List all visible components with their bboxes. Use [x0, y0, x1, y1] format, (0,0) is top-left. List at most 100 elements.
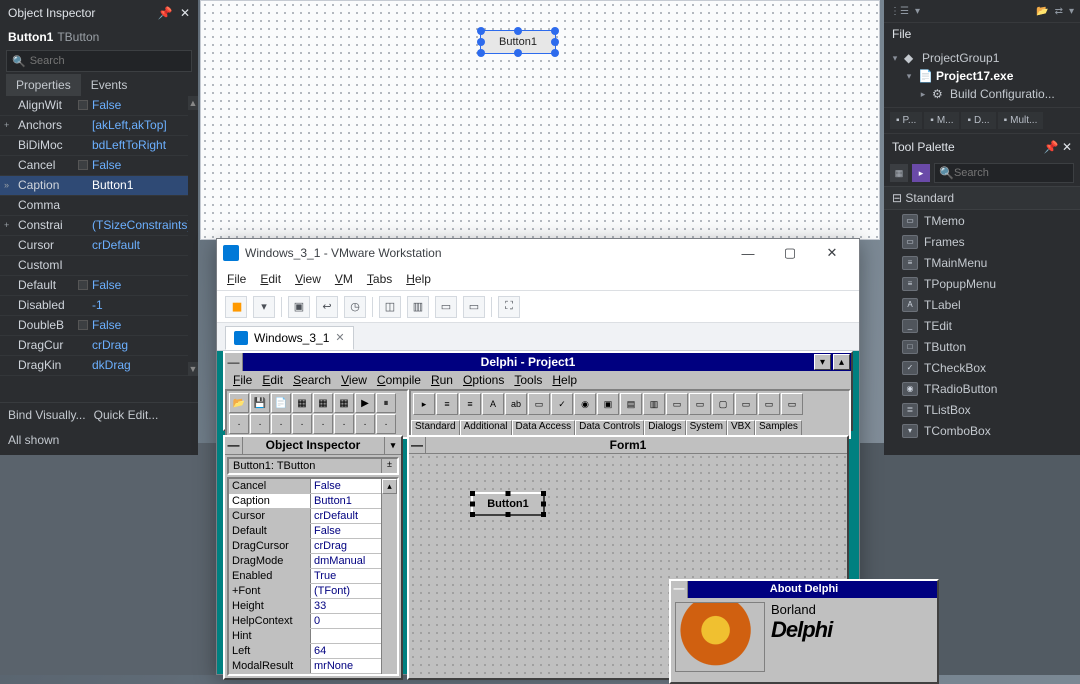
- scroll-up-icon[interactable]: ▴: [382, 479, 397, 494]
- speed-button[interactable]: ▦: [313, 393, 333, 413]
- speed-button[interactable]: ▦: [292, 393, 312, 413]
- close-button[interactable]: ✕: [811, 240, 853, 266]
- system-menu-icon[interactable]: —: [225, 437, 243, 454]
- toolbar-icon[interactable]: ▾: [1069, 6, 1074, 17]
- palette-search[interactable]: 🔍: [934, 163, 1074, 183]
- property-value[interactable]: False: [92, 316, 194, 335]
- palette-item[interactable]: ▭Frames: [884, 231, 1080, 252]
- expand-icon[interactable]: [4, 336, 18, 355]
- property-row[interactable]: HelpContext0: [229, 614, 397, 629]
- property-row[interactable]: Hint: [229, 629, 397, 644]
- layout-icon[interactable]: ◫: [379, 296, 401, 318]
- property-value[interactable]: -1: [92, 296, 194, 315]
- pause-icon[interactable]: ▮▮: [225, 296, 247, 318]
- menu-item[interactable]: View: [341, 373, 367, 387]
- selected-button[interactable]: Button1: [480, 30, 556, 54]
- tab-events[interactable]: Events: [81, 74, 138, 96]
- palette-item[interactable]: □TButton: [884, 336, 1080, 357]
- property-search[interactable]: 🔍: [6, 50, 192, 72]
- component-button[interactable]: ✓: [551, 393, 573, 415]
- menu-item[interactable]: File: [227, 272, 246, 286]
- property-value[interactable]: (TSizeConstraints): [92, 216, 194, 235]
- expand-icon[interactable]: [4, 196, 18, 215]
- property-row[interactable]: DoubleBFalse: [0, 316, 198, 336]
- menu-item[interactable]: VM: [335, 272, 353, 286]
- property-row[interactable]: CaptionButton1: [229, 494, 397, 509]
- component-button[interactable]: ▭: [528, 393, 550, 415]
- speed-button[interactable]: ·: [313, 414, 333, 434]
- dropdown-icon[interactable]: ±: [381, 459, 397, 473]
- property-row[interactable]: CursorcrDefault: [0, 236, 198, 256]
- property-value[interactable]: dkDrag: [92, 356, 194, 375]
- close-icon[interactable]: ✕: [1062, 140, 1072, 154]
- property-row[interactable]: +Constrai(TSizeConstraints): [0, 216, 198, 236]
- property-row[interactable]: Comma: [0, 196, 198, 216]
- minimize-button[interactable]: ▾: [814, 354, 831, 370]
- property-value[interactable]: False: [92, 276, 194, 295]
- property-row[interactable]: CancelFalse: [229, 479, 397, 494]
- dock-tab[interactable]: ▪Mult...: [998, 112, 1044, 129]
- expand-icon[interactable]: [4, 296, 18, 315]
- palette-item[interactable]: ≡TMainMenu: [884, 252, 1080, 273]
- property-value[interactable]: False: [92, 96, 194, 115]
- palette-item[interactable]: ATLabel: [884, 294, 1080, 315]
- toolbar-icon[interactable]: ⇄: [1055, 6, 1063, 17]
- menu-item[interactable]: Help: [406, 272, 431, 286]
- component-selector[interactable]: Button1TButton: [0, 26, 198, 48]
- expand-icon[interactable]: [4, 316, 18, 335]
- palette-search-input[interactable]: [954, 167, 1069, 179]
- system-menu-icon[interactable]: —: [225, 353, 243, 371]
- speed-button[interactable]: ·: [376, 414, 396, 434]
- checkbox-icon[interactable]: [78, 100, 88, 110]
- expand-icon[interactable]: [4, 256, 18, 275]
- menu-item[interactable]: Edit: [260, 272, 281, 286]
- menu-item[interactable]: View: [295, 272, 321, 286]
- maximize-button[interactable]: ▴: [833, 354, 850, 370]
- property-row[interactable]: +Anchors[akLeft,akTop]: [0, 116, 198, 136]
- minimize-button[interactable]: —: [727, 240, 769, 266]
- palette-item[interactable]: ▾TComboBox: [884, 420, 1080, 441]
- tab-close-icon[interactable]: ✕: [335, 331, 344, 344]
- property-value[interactable]: [akLeft,akTop]: [92, 116, 194, 135]
- expand-icon[interactable]: »: [4, 176, 18, 195]
- palette-item[interactable]: ✓TCheckBox: [884, 357, 1080, 378]
- property-row[interactable]: DragKindkDrag: [0, 356, 198, 376]
- menu-item[interactable]: Compile: [377, 373, 421, 387]
- menu-item[interactable]: Tabs: [367, 272, 392, 286]
- property-value[interactable]: [92, 256, 194, 275]
- property-row[interactable]: CursorcrDefault: [229, 509, 397, 524]
- property-row[interactable]: CancelFalse: [0, 156, 198, 176]
- property-row[interactable]: DragModedmManual: [229, 554, 397, 569]
- form-designer-modern[interactable]: Button1: [200, 0, 880, 240]
- component-button[interactable]: ▭: [781, 393, 803, 415]
- palette-arrow-icon[interactable]: ▸: [912, 164, 930, 182]
- palette-category[interactable]: ⊟ Standard: [884, 186, 1080, 210]
- checkbox-icon[interactable]: [78, 320, 88, 330]
- oi-scrollbar[interactable]: ▲ ▼: [188, 96, 198, 376]
- speed-button[interactable]: ▦: [334, 393, 354, 413]
- property-value[interactable]: [92, 196, 194, 215]
- component-button[interactable]: ▭: [758, 393, 780, 415]
- speed-button[interactable]: ·: [229, 414, 249, 434]
- toolbar-icon[interactable]: 📂: [1036, 6, 1048, 17]
- component-button[interactable]: ▭: [666, 393, 688, 415]
- close-icon[interactable]: ✕: [180, 6, 190, 20]
- speed-button[interactable]: 📄: [271, 393, 291, 413]
- expand-icon[interactable]: +: [4, 216, 18, 235]
- property-row[interactable]: Left64: [229, 644, 397, 659]
- layout-icon[interactable]: ▭: [435, 296, 457, 318]
- expand-icon[interactable]: [4, 276, 18, 295]
- snapshot-icon[interactable]: ▣: [288, 296, 310, 318]
- unity-icon[interactable]: ▭: [463, 296, 485, 318]
- component-button[interactable]: ▸: [413, 393, 435, 415]
- oi-component-selector[interactable]: Button1: TButton ±: [227, 457, 399, 475]
- manager-icon[interactable]: ◷: [344, 296, 366, 318]
- expand-icon[interactable]: [4, 156, 18, 175]
- revert-icon[interactable]: ↩: [316, 296, 338, 318]
- expand-icon[interactable]: +: [4, 116, 18, 135]
- expand-icon[interactable]: [4, 236, 18, 255]
- expand-icon[interactable]: [4, 96, 18, 115]
- toolbar-icon[interactable]: ▾: [915, 6, 920, 17]
- speed-button[interactable]: ·: [355, 414, 375, 434]
- bind-visually-link[interactable]: Bind Visually...: [8, 408, 86, 422]
